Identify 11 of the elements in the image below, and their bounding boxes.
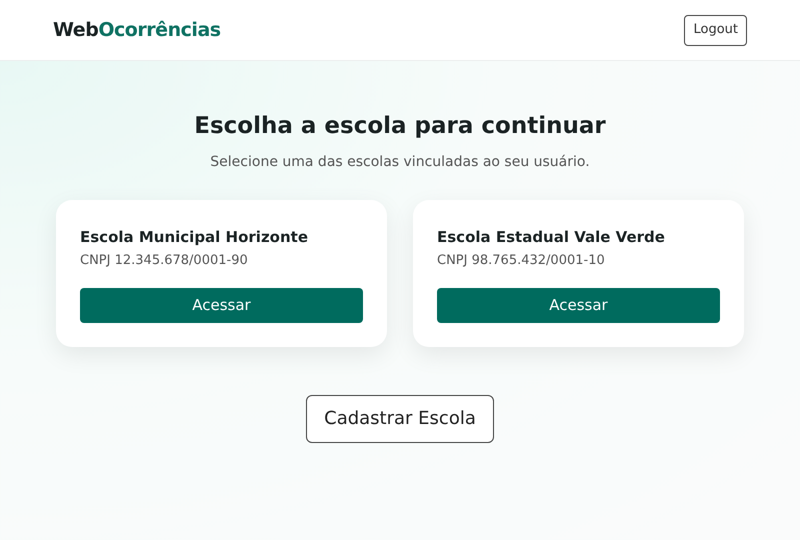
register-school-button[interactable]: Cadastrar Escola [306,394,494,442]
access-button[interactable]: Acessar [437,288,720,322]
page-title: Escolha a escola para continuar [194,112,606,141]
brand-logo: WebOcorrências [53,18,221,43]
school-cnpj: CNPJ 98.765.432/0001-10 [437,252,606,270]
school-name: Escola Estadual Vale Verde [437,226,666,248]
school-cnpj: CNPJ 12.345.678/0001-90 [80,252,249,270]
access-button[interactable]: Acessar [80,288,363,322]
school-name: Escola Municipal Horizonte [80,226,309,248]
logout-button[interactable]: Logout [684,14,747,46]
page-subtitle: Selecione uma das escolas vinculadas ao seu usuário. [210,152,590,172]
